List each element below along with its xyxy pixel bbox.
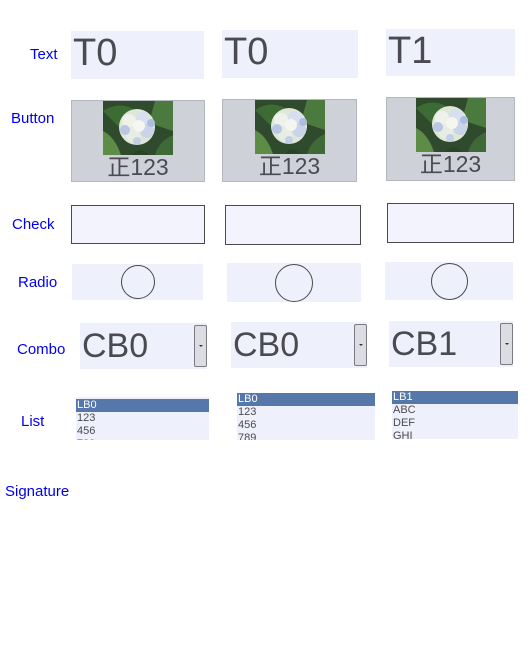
image-button-3[interactable]: 正123 xyxy=(386,97,515,181)
combo-dropdown-button[interactable] xyxy=(194,325,207,367)
list-item[interactable]: LB0 xyxy=(237,393,375,406)
combo-box-1[interactable]: CB0 xyxy=(80,323,207,369)
list-box-2[interactable]: LB0 123 456 789 xyxy=(237,393,375,440)
radio-field-1[interactable] xyxy=(72,264,203,300)
list-item[interactable]: LB0 xyxy=(76,399,209,412)
list-item[interactable]: 123 xyxy=(76,412,209,425)
dropdown-arrow-icon xyxy=(358,344,363,346)
check-row-label: Check xyxy=(12,216,55,233)
hydrangea-photo xyxy=(416,98,486,152)
button-caption: 正123 xyxy=(419,151,482,177)
text-field-1[interactable]: T0 xyxy=(71,31,204,79)
list-item[interactable]: GHI xyxy=(392,430,518,439)
list-item[interactable]: DEF xyxy=(392,417,518,430)
list-item[interactable]: 789 xyxy=(76,438,209,440)
checkbox-3[interactable] xyxy=(387,203,514,243)
combo-dropdown-button[interactable] xyxy=(354,324,367,366)
hydrangea-photo xyxy=(103,101,173,155)
signature-row-label: Signature xyxy=(5,483,70,500)
text-row-label: Text xyxy=(30,46,58,63)
radio-button-1[interactable] xyxy=(120,265,155,299)
list-item[interactable]: 123 xyxy=(237,406,375,419)
list-item[interactable]: ABC xyxy=(392,404,518,417)
hydrangea-photo xyxy=(255,100,325,154)
combo-value: CB0 xyxy=(82,327,149,365)
combo-row-label: Combo xyxy=(17,341,66,358)
radio-field-2[interactable] xyxy=(227,263,361,302)
list-box-1[interactable]: LB0 123 456 789 xyxy=(76,397,209,440)
list-item[interactable]: 456 xyxy=(76,425,209,438)
list-row-label: List xyxy=(21,413,45,430)
radio-row-label: Radio xyxy=(18,274,58,291)
dropdown-arrow-icon xyxy=(504,343,509,345)
image-button-2[interactable]: 正123 xyxy=(222,99,357,182)
checkbox-2[interactable] xyxy=(225,205,361,245)
radio-button-3[interactable] xyxy=(430,262,468,300)
list-item[interactable]: 789 xyxy=(237,432,375,440)
text-field-3[interactable]: T1 xyxy=(386,29,515,76)
image-button-1[interactable]: 正123 xyxy=(71,100,205,182)
radio-button-2[interactable] xyxy=(275,263,313,302)
button-caption: 正123 xyxy=(107,154,169,180)
list-item[interactable]: 456 xyxy=(237,419,375,432)
button-caption: 正123 xyxy=(258,153,321,179)
dropdown-arrow-icon xyxy=(198,345,203,347)
list-box-3[interactable]: LB1 ABC DEF GHI xyxy=(392,391,518,439)
combo-box-2[interactable]: CB0 xyxy=(231,322,367,368)
combo-value: CB1 xyxy=(391,325,458,363)
text-field-2[interactable]: T0 xyxy=(222,30,358,78)
list-item[interactable]: LB1 xyxy=(392,391,518,404)
radio-field-3[interactable] xyxy=(385,262,513,300)
combo-box-3[interactable]: CB1 xyxy=(389,321,513,367)
combo-dropdown-button[interactable] xyxy=(500,323,513,365)
button-row-label: Button xyxy=(11,110,55,127)
combo-value: CB0 xyxy=(233,326,300,364)
checkbox-1[interactable] xyxy=(71,205,205,244)
